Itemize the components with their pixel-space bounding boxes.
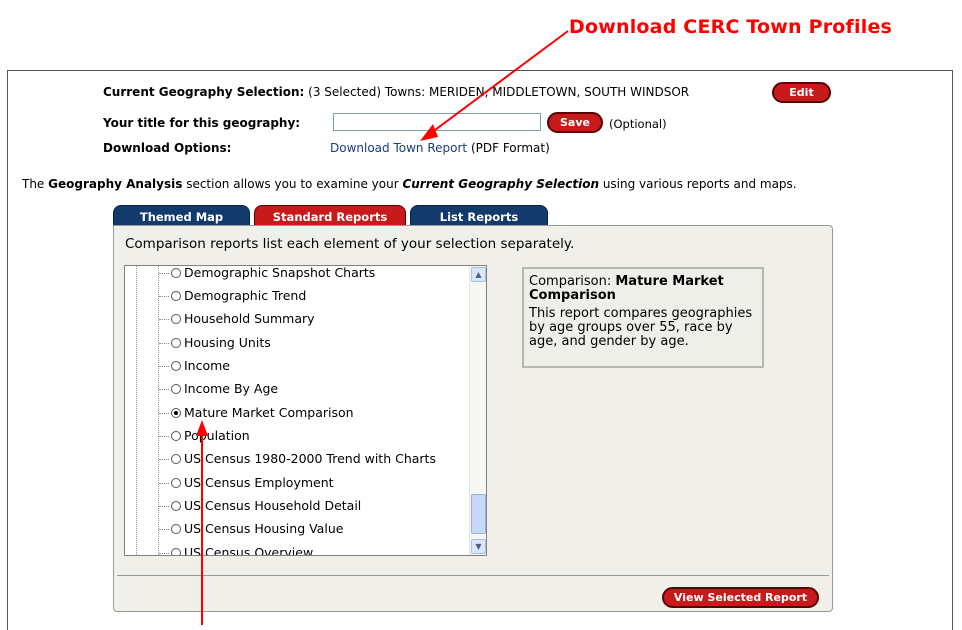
report-label: US Census 1980-2000 Trend with Charts <box>184 451 436 466</box>
radio-icon[interactable] <box>171 548 181 555</box>
tree-scrollbar[interactable]: ▲ ▼ <box>469 266 486 555</box>
report-label: Mature Market Comparison <box>184 405 354 420</box>
report-label: Income <box>184 358 230 373</box>
report-label: Demographic Snapshot Charts <box>184 265 376 280</box>
radio-icon[interactable] <box>171 524 181 534</box>
title-label: Your title for this geography: <box>103 116 301 130</box>
report-label: Housing Units <box>184 335 271 350</box>
scroll-up-arrow-icon[interactable]: ▲ <box>471 267 486 282</box>
report-label: Demographic Trend <box>184 288 307 303</box>
radio-icon[interactable] <box>171 338 181 348</box>
radio-icon[interactable] <box>171 314 181 324</box>
info-prefix: Comparison: <box>529 274 616 289</box>
report-option-us-census-housing-value[interactable]: US Census Housing Value <box>159 519 343 539</box>
report-option-income[interactable]: Income <box>159 356 230 376</box>
title-input[interactable] <box>333 113 541 131</box>
edit-button[interactable]: Edit <box>772 82 831 103</box>
radio-icon[interactable] <box>171 501 181 511</box>
download-options-label: Download Options: <box>103 141 232 155</box>
radio-icon[interactable] <box>171 384 181 394</box>
optional-text: (Optional) <box>609 117 667 131</box>
radio-icon[interactable] <box>171 478 181 488</box>
intro-section-name: Geography Analysis <box>48 177 183 191</box>
report-label: Population <box>184 428 250 443</box>
report-label: Household Summary <box>184 311 315 326</box>
download-row: Download Options: Download Town Report (P… <box>103 140 550 156</box>
report-tree[interactable]: Demographic Snapshot Charts Demographic … <box>124 265 487 556</box>
tab-themed-map[interactable]: Themed Map <box>113 205 250 227</box>
report-label: US Census Employment <box>184 475 334 490</box>
radio-icon[interactable] <box>171 454 181 464</box>
current-geography-label: Current Geography Selection: <box>103 85 305 99</box>
report-option-us-census-trend[interactable]: US Census 1980-2000 Trend with Charts <box>159 449 436 469</box>
radio-icon[interactable] <box>171 291 181 301</box>
view-selected-report-button[interactable]: View Selected Report <box>662 587 819 608</box>
tab-list-reports[interactable]: List Reports <box>410 205 548 227</box>
report-option-us-census-overview[interactable]: US Census Overview <box>159 543 314 556</box>
report-label: US Census Household Detail <box>184 498 362 513</box>
report-option-income-by-age[interactable]: Income By Age <box>159 379 278 399</box>
report-option-mature-market-comparison[interactable]: Mature Market Comparison <box>159 403 354 423</box>
report-label: US Census Overview <box>184 545 314 556</box>
report-label: US Census Housing Value <box>184 521 344 536</box>
report-option-us-census-household-detail[interactable]: US Census Household Detail <box>159 496 361 516</box>
intro-prefix: The <box>22 177 49 191</box>
scroll-down-arrow-icon[interactable]: ▼ <box>471 539 486 554</box>
intro-selection-name: Current Geography Selection <box>402 177 599 191</box>
scroll-thumb[interactable] <box>471 494 486 534</box>
panel-description: Comparison reports list each element of … <box>125 236 575 252</box>
section-intro: The Geography Analysis section allows yo… <box>22 177 797 191</box>
tree-guide-line <box>136 266 137 555</box>
radio-icon[interactable] <box>171 268 181 278</box>
report-option-household-summary[interactable]: Household Summary <box>159 309 315 329</box>
download-callout-text: Download CERC Town Profiles <box>569 16 893 38</box>
tab-standard-reports[interactable]: Standard Reports <box>254 205 406 227</box>
download-format-text: (PDF Format) <box>470 141 550 155</box>
current-geography-row: Current Geography Selection: (3 Selected… <box>103 84 689 100</box>
report-option-housing-units[interactable]: Housing Units <box>159 333 271 353</box>
report-info-box: Comparison: Mature Market Comparison Thi… <box>522 267 764 368</box>
current-geography-value: (3 Selected) Towns: MERIDEN, MIDDLETOWN,… <box>308 85 690 99</box>
download-town-report-link[interactable]: Download Town Report <box>330 141 467 155</box>
radio-icon[interactable] <box>171 361 181 371</box>
info-body: This report compares geographies by age … <box>529 306 753 349</box>
report-option-demographic-trend[interactable]: Demographic Trend <box>159 286 306 306</box>
report-option-us-census-employment[interactable]: US Census Employment <box>159 473 334 493</box>
report-label: Income By Age <box>184 381 279 396</box>
radio-selected-icon[interactable] <box>171 408 181 418</box>
radio-icon[interactable] <box>171 431 181 441</box>
panel-divider <box>117 575 829 576</box>
save-button[interactable]: Save <box>547 112 603 133</box>
title-row: Your title for this geography: <box>103 115 330 131</box>
report-option-population[interactable]: Population <box>159 426 250 446</box>
intro-middle: section allows you to examine your <box>182 177 403 191</box>
intro-suffix: using various reports and maps. <box>599 177 797 191</box>
report-option-demographic-snapshot-charts[interactable]: Demographic Snapshot Charts <box>159 265 376 283</box>
